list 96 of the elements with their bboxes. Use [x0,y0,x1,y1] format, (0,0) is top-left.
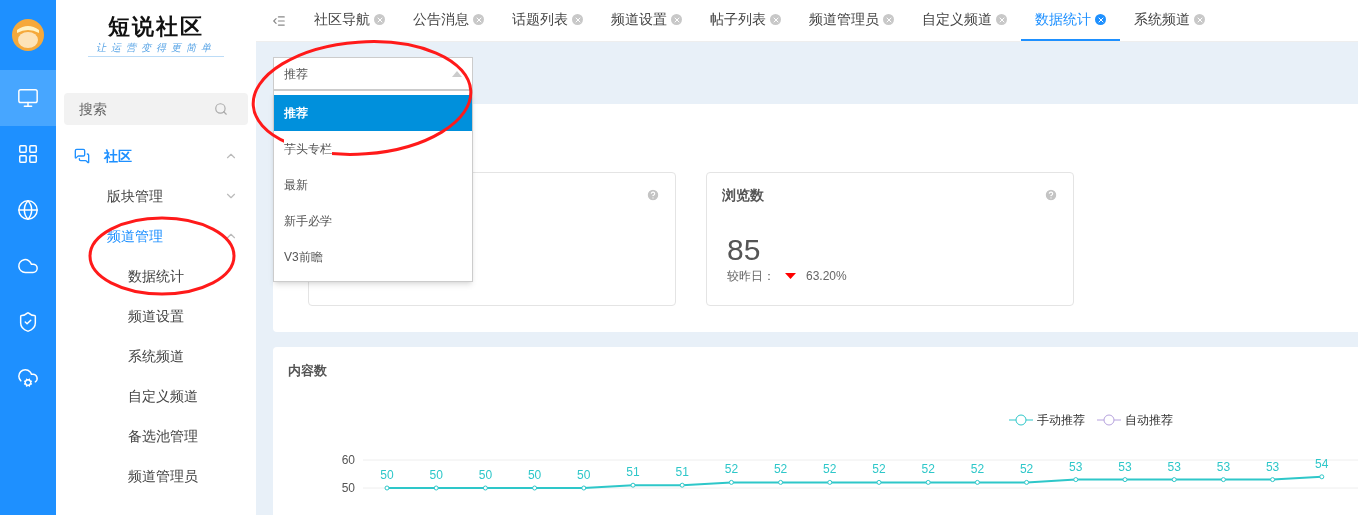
globe-icon [17,199,39,221]
tab[interactable]: 话题列表 [498,0,597,41]
data-label: 52 [872,461,886,476]
tab[interactable]: 系统频道 [1120,0,1219,41]
data-point [630,482,636,488]
tab[interactable]: 频道设置 [597,0,696,41]
data-label: 50 [429,467,443,482]
chart-title: 内容数 [288,362,327,380]
data-point [384,485,390,490]
logo-subtitle: 让运营变得更简单 [88,40,224,57]
data-point [581,485,587,490]
avatar-icon [11,18,45,52]
dropdown-option[interactable]: 芋头专栏 [274,131,472,167]
stat-value: 85 [727,233,761,267]
data-label: 53 [1118,459,1132,474]
data-label: 51 [675,464,689,479]
tab[interactable]: 频道管理员 [795,0,908,41]
logo-title: 短说社区 [108,12,204,40]
data-label: 52 [724,461,739,476]
help-icon[interactable] [646,188,660,202]
data-label: 53 [1167,459,1181,474]
data-label: 54 [1315,456,1329,471]
submenu-item[interactable]: 备选池管理 [56,416,256,456]
cloud-gear-icon [17,367,39,389]
collapse-icon[interactable] [272,13,286,28]
data-label: 53 [1216,459,1231,474]
data-point [1171,476,1177,482]
close-icon[interactable] [883,14,894,25]
submenu-item[interactable]: 自定义频道 [56,376,256,416]
close-icon[interactable] [770,14,781,25]
close-icon[interactable] [572,14,583,25]
data-label: 50 [380,467,394,482]
chat-icon [74,148,90,164]
help-icon[interactable] [1044,188,1058,202]
tab[interactable]: 自定义频道 [908,0,1021,41]
rail-button[interactable] [0,70,56,126]
legend-line-icon [1009,413,1033,426]
data-point [1122,476,1128,482]
submenu-item[interactable]: 频道设置 [56,296,256,336]
data-point [532,485,538,490]
change-label: 较昨日： [727,268,775,285]
data-point [778,479,784,485]
monitor-icon [17,87,39,109]
shield-check-icon [17,311,39,333]
data-label: 52 [1019,461,1034,476]
close-icon[interactable] [473,14,484,25]
submenu-item[interactable]: 版块管理 [56,176,256,216]
caret-up-icon [452,70,462,77]
search-icon [214,102,228,116]
close-icon[interactable] [671,14,682,25]
data-point [876,479,882,485]
dropdown-option[interactable]: 新手必学 [274,203,472,239]
tab[interactable]: 帖子列表 [696,0,795,41]
tab[interactable]: 社区导航 [300,0,399,41]
submenu-item[interactable]: 频道管理员 [56,456,256,496]
y-tick-label: 50 [341,480,355,495]
close-icon[interactable] [1095,14,1106,25]
data-point [728,479,734,485]
close-icon[interactable] [996,14,1007,25]
data-label: 51 [626,464,640,479]
tab[interactable]: 公告消息 [399,0,498,41]
data-point [1220,476,1226,482]
data-point [1024,479,1030,485]
data-point [974,479,980,485]
data-label: 53 [1265,459,1280,474]
submenu-item[interactable]: 系统频道 [56,336,256,376]
dropdown-option[interactable]: V3前瞻 [274,239,472,275]
change-value: 63.20% [806,268,847,285]
data-point [1073,476,1079,482]
data-point [827,479,833,485]
legend-label[interactable]: 手动推荐 [1037,410,1085,429]
submenu-item[interactable]: 数据统计 [56,256,256,296]
data-label: 50 [527,467,542,482]
data-label: 53 [1069,459,1083,474]
data-label: 52 [921,461,935,476]
data-label: 50 [478,467,493,482]
y-tick-label: 60 [341,452,355,467]
data-label: 52 [970,461,985,476]
data-point [925,479,931,485]
data-label: 52 [773,461,788,476]
legend-label[interactable]: 自动推荐 [1125,410,1173,429]
dropdown-option[interactable]: 最新 [274,167,472,203]
data-point [679,482,685,488]
close-icon[interactable] [374,14,385,25]
data-label: 50 [577,467,591,482]
data-point [1319,473,1325,479]
grid-icon [17,143,39,165]
legend-line-icon [1097,413,1121,426]
data-point [482,485,488,490]
data-point [1270,476,1276,482]
search-field[interactable]: 搜索 [64,93,248,125]
select-field[interactable]: 推荐 [273,57,473,90]
stat-title: 浏览数 [722,185,764,205]
data-label: 52 [823,461,837,476]
close-icon[interactable] [1194,14,1205,25]
data-point [433,485,439,490]
